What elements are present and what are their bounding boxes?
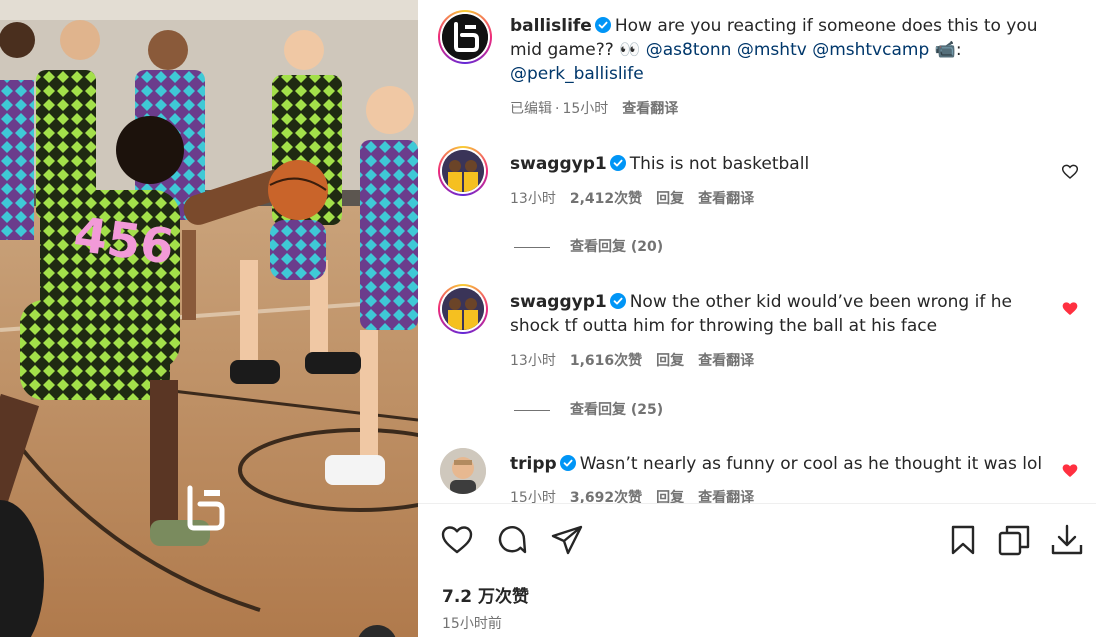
comment-likes-count[interactable]: 2,412次赞 xyxy=(570,191,642,207)
comment-time: 13小时 xyxy=(510,353,556,369)
mention-as8tonn[interactable]: @as8tonn xyxy=(646,40,732,60)
comment-avatar[interactable] xyxy=(438,446,488,496)
view-replies-label: 查看回复 (20) xyxy=(570,239,664,255)
mention-perk-ballislife[interactable]: @perk_ballislife xyxy=(510,64,644,84)
comment-like-heart-icon[interactable] xyxy=(1062,164,1078,180)
comment-username[interactable]: swaggyp1 xyxy=(510,292,607,312)
verified-badge-icon xyxy=(609,293,626,309)
comment-time: 15小时 xyxy=(510,490,556,503)
reply-button[interactable]: 回复 xyxy=(656,490,684,503)
like-heart-icon[interactable] xyxy=(440,523,474,557)
post-translate-link[interactable]: 查看翻译 xyxy=(622,101,678,117)
comment-likes-count[interactable]: 3,692次赞 xyxy=(570,490,642,503)
post-meta: 已编辑 · 15小时 查看翻译 xyxy=(510,98,692,118)
actions-divider xyxy=(418,503,1096,504)
comment-username[interactable]: tripp xyxy=(510,454,557,474)
comment-liked-heart-icon[interactable] xyxy=(1062,301,1078,317)
view-replies-button[interactable]: 查看回复 (25) xyxy=(514,399,663,419)
post-timestamp: 15小时前 xyxy=(442,616,502,632)
eyes-emoji: 👀 xyxy=(619,40,641,60)
view-replies-button[interactable]: 查看回复 (20) xyxy=(514,236,663,256)
tripp-avatar-photo xyxy=(440,448,486,494)
comment-time: 13小时 xyxy=(510,191,556,207)
post-time: 15小时 xyxy=(562,101,609,117)
comment-body: swaggyp1 Now the other kid would’ve been … xyxy=(510,290,1050,338)
comment-body: swaggyp1 This is not basketball xyxy=(510,152,1060,176)
reply-button[interactable]: 回复 xyxy=(656,191,684,207)
comment-avatar[interactable] xyxy=(438,284,488,334)
camera-emoji: 📹: xyxy=(934,40,962,60)
reply-button[interactable]: 回复 xyxy=(656,353,684,369)
comment-meta: 15小时 3,692次赞 回复 查看翻译 xyxy=(510,487,768,503)
mention-mshtv[interactable]: @mshtv xyxy=(737,40,807,60)
author-username[interactable]: ballislife xyxy=(510,16,592,36)
comment-likes-count[interactable]: 1,616次赞 xyxy=(570,353,642,369)
mention-mshtvcamp[interactable]: @mshtvcamp xyxy=(812,40,929,60)
ballislife-logo-icon xyxy=(442,14,488,60)
verified-badge-icon xyxy=(594,17,611,33)
verified-badge-icon xyxy=(609,155,626,171)
comment-meta: 13小时 1,616次赞 回复 查看翻译 xyxy=(510,350,768,370)
comment-liked-heart-icon[interactable] xyxy=(1062,463,1078,479)
share-icon[interactable] xyxy=(550,523,584,557)
comment-username[interactable]: swaggyp1 xyxy=(510,154,607,174)
view-replies-label: 查看回复 (25) xyxy=(570,402,664,418)
post-likes-count[interactable]: 7.2 万次赞 xyxy=(442,582,529,607)
comment-meta: 13小时 2,412次赞 回复 查看翻译 xyxy=(510,188,768,208)
bookmark-icon[interactable] xyxy=(946,523,980,557)
download-icon[interactable] xyxy=(1050,523,1084,557)
comments-scroll-area[interactable]: ballislife How are you reacting if someon… xyxy=(418,0,1096,503)
ballislife-watermark-logo xyxy=(180,484,228,532)
verified-badge-icon xyxy=(559,455,576,471)
comment-avatar[interactable] xyxy=(438,146,488,196)
comment-body: tripp Wasn’t nearly as funny or cool as h… xyxy=(510,452,1060,476)
post-video[interactable]: 456 xyxy=(0,0,418,637)
post-details-panel: ballislife How are you reacting if someon… xyxy=(418,0,1096,637)
comment-icon[interactable] xyxy=(495,523,529,557)
author-avatar[interactable] xyxy=(438,10,492,64)
translate-link[interactable]: 查看翻译 xyxy=(698,490,754,503)
post-caption: ballislife How are you reacting if someon… xyxy=(510,14,1060,86)
translate-link[interactable]: 查看翻译 xyxy=(698,353,754,369)
translate-link[interactable]: 查看翻译 xyxy=(698,191,754,207)
swaggyp1-avatar-photo xyxy=(442,150,484,192)
replies-divider-line xyxy=(514,246,550,248)
copy-icon[interactable] xyxy=(997,523,1031,557)
video-frame: 456 xyxy=(0,0,418,637)
replies-divider-line xyxy=(514,409,550,411)
swaggyp1-avatar-photo xyxy=(442,288,484,330)
comment-text: Wasn’t nearly as funny or cool as he tho… xyxy=(579,454,1043,474)
edited-label: 已编辑 xyxy=(510,101,552,117)
comment-text: This is not basketball xyxy=(629,154,810,174)
meta-separator: · xyxy=(555,101,560,117)
